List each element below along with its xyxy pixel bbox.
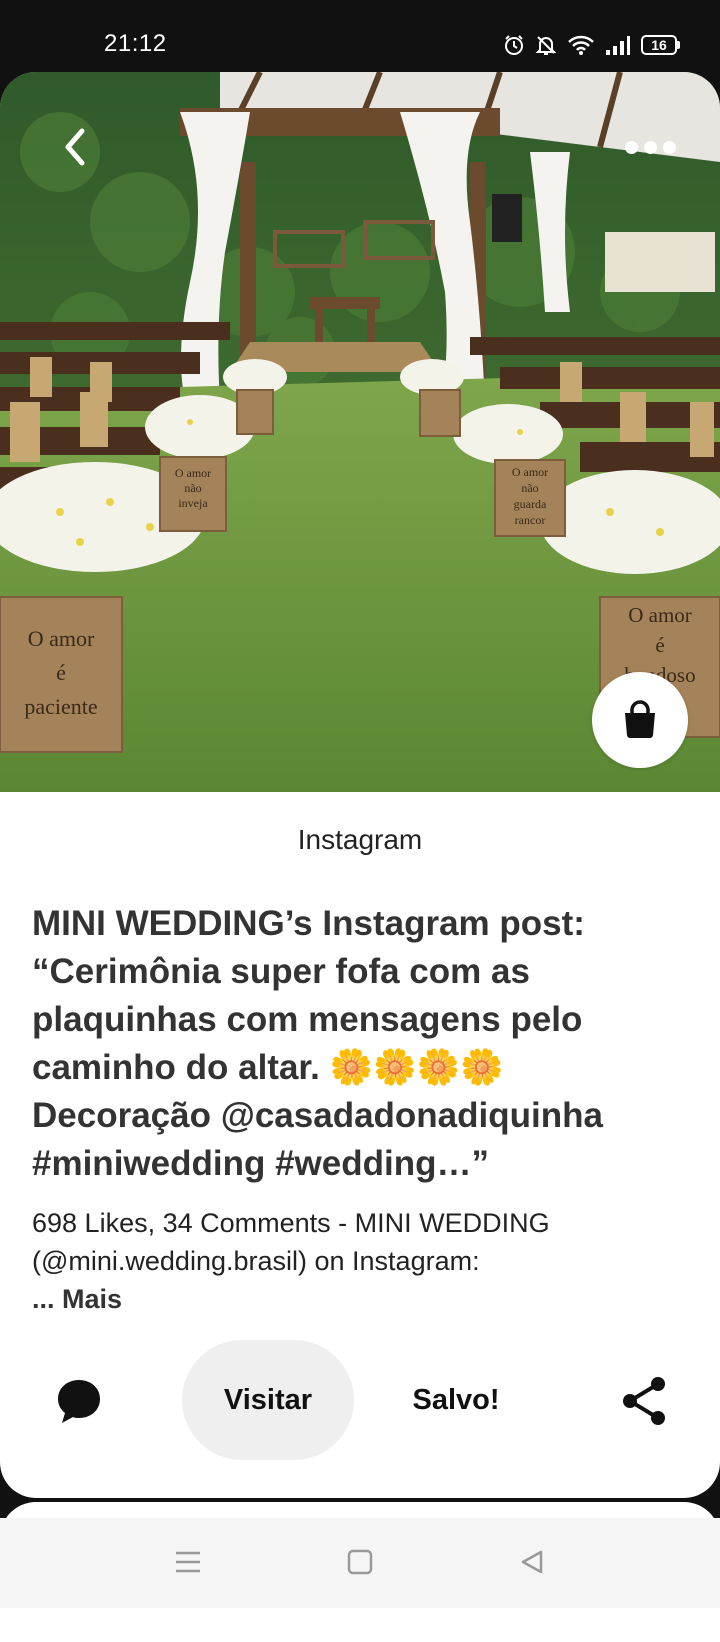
chevron-left-icon	[60, 127, 90, 167]
share-icon	[618, 1377, 672, 1432]
sign-left-front: O amor é paciente	[0, 622, 122, 724]
sign-text: paciente	[24, 694, 98, 719]
sign-text: é	[56, 660, 66, 685]
action-bar: Visitar Salvo!	[0, 1340, 720, 1460]
pin-source[interactable]: Instagram	[0, 824, 720, 856]
sign-text: O amor	[628, 603, 692, 627]
sign-left-mid: O amor não inveja	[160, 466, 226, 511]
back-triangle-icon	[519, 1549, 545, 1580]
share-button[interactable]	[618, 1374, 672, 1428]
more-options-button[interactable]	[610, 122, 690, 172]
pin-title: MINI WEDDING’s Instagram post: “Cerimôni…	[32, 904, 603, 1183]
shop-button[interactable]	[592, 672, 688, 768]
pin-card: O amor não inveja O amor não guarda ranc…	[0, 72, 720, 1498]
recent-apps-button[interactable]	[168, 1544, 208, 1584]
sign-text: inveja	[178, 496, 208, 510]
sign-right-mid: O amor não guarda rancor	[495, 464, 565, 528]
more-link[interactable]: ... Mais	[32, 1280, 122, 1318]
system-nav-bar	[0, 1518, 720, 1608]
sign-text: O amor	[511, 465, 549, 479]
more-dot-icon	[624, 140, 638, 154]
sign-text: O amor	[27, 626, 95, 651]
signal-icon	[605, 34, 631, 56]
sign-text: é	[655, 633, 665, 657]
pin-image[interactable]: O amor não inveja O amor não guarda ranc…	[0, 72, 720, 792]
sign-text: rancor	[514, 513, 546, 527]
more-dot-icon	[643, 140, 657, 154]
battery-icon: 16	[641, 35, 680, 55]
status-bar: 21:12 16	[0, 0, 720, 72]
wifi-icon	[567, 34, 595, 56]
system-back-button[interactable]	[512, 1544, 552, 1584]
sign-text: guarda	[513, 497, 547, 511]
status-icons: 16	[503, 32, 680, 58]
pin-description: 698 Likes, 34 Comments - MINI WEDDING (@…	[32, 1208, 550, 1276]
comment-icon	[54, 1380, 104, 1430]
shopping-bag-icon	[621, 700, 659, 740]
more-dot-icon	[662, 140, 676, 154]
sign-text: não	[521, 481, 539, 495]
menu-icon	[174, 1549, 202, 1580]
back-button[interactable]	[40, 102, 110, 192]
home-square-icon	[347, 1549, 373, 1580]
saved-button[interactable]: Salvo!	[396, 1340, 516, 1460]
battery-level: 16	[641, 35, 677, 55]
sign-text: não	[184, 481, 202, 495]
sign-text: O amor	[174, 466, 212, 480]
comment-button[interactable]	[54, 1376, 104, 1426]
mute-icon	[535, 34, 557, 56]
status-time: 21:12	[104, 30, 167, 57]
visit-button[interactable]: Visitar	[182, 1340, 354, 1460]
alarm-icon	[503, 34, 525, 56]
home-button[interactable]	[340, 1544, 380, 1584]
